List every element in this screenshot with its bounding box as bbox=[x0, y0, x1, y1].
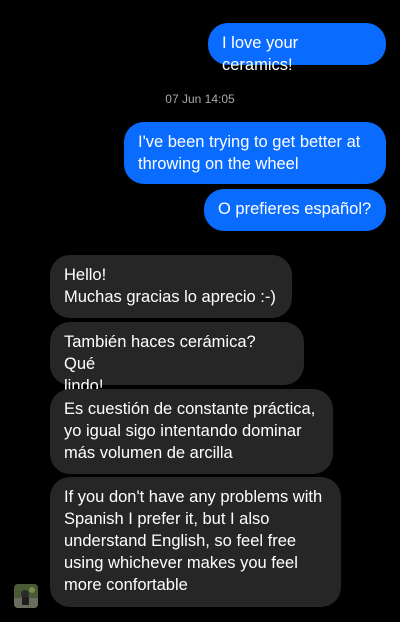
outgoing-message[interactable]: O prefieres español? bbox=[204, 189, 386, 231]
incoming-message[interactable]: También haces cerámica? Qué lindo! bbox=[50, 322, 304, 395]
message-thread: I love your ceramics! 07 Jun 14:05 I've … bbox=[0, 0, 400, 622]
outgoing-message[interactable]: I love your ceramics! bbox=[208, 23, 386, 74]
incoming-message[interactable]: Es cuestión de constante práctica, yo ig… bbox=[50, 389, 333, 474]
incoming-message[interactable]: Hello! Muchas gracias lo aprecio :-) bbox=[50, 255, 292, 318]
incoming-message[interactable]: If you don't have any problems with Span… bbox=[50, 477, 341, 607]
contact-avatar-icon[interactable] bbox=[14, 584, 38, 608]
message-timestamp: 07 Jun 14:05 bbox=[165, 92, 235, 106]
outgoing-message[interactable]: I've been trying to get better at throwi… bbox=[124, 122, 386, 184]
